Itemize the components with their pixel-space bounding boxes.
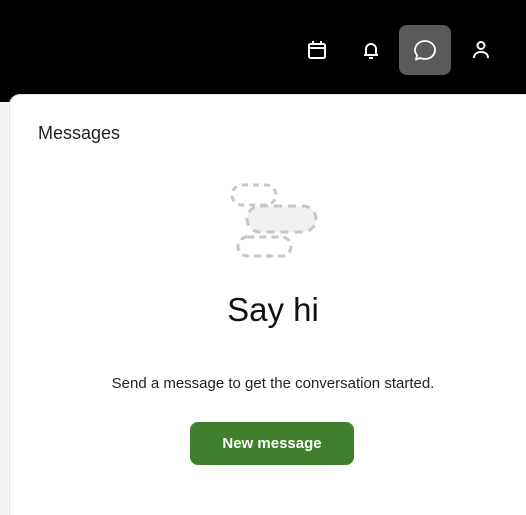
calendar-button[interactable] [291, 25, 343, 75]
notifications-button[interactable] [345, 25, 397, 75]
panel-title: Messages [38, 123, 121, 143]
bell-icon [364, 43, 378, 59]
new-message-button[interactable]: New message [190, 422, 354, 465]
empty-state-description: Send a message to get the conversation s… [111, 375, 435, 392]
chat-bubble-icon [414, 40, 436, 61]
messages-button[interactable] [399, 25, 451, 75]
empty-state-heading: Say hi [227, 291, 319, 328]
user-icon [473, 41, 489, 59]
profile-button[interactable] [455, 25, 507, 75]
top-navigation-bar [0, 0, 526, 102]
messages-panel: Messages Say hi Send a message to get th… [10, 95, 526, 515]
calendar-icon [308, 41, 326, 59]
empty-chat-illustration-icon [222, 179, 322, 264]
